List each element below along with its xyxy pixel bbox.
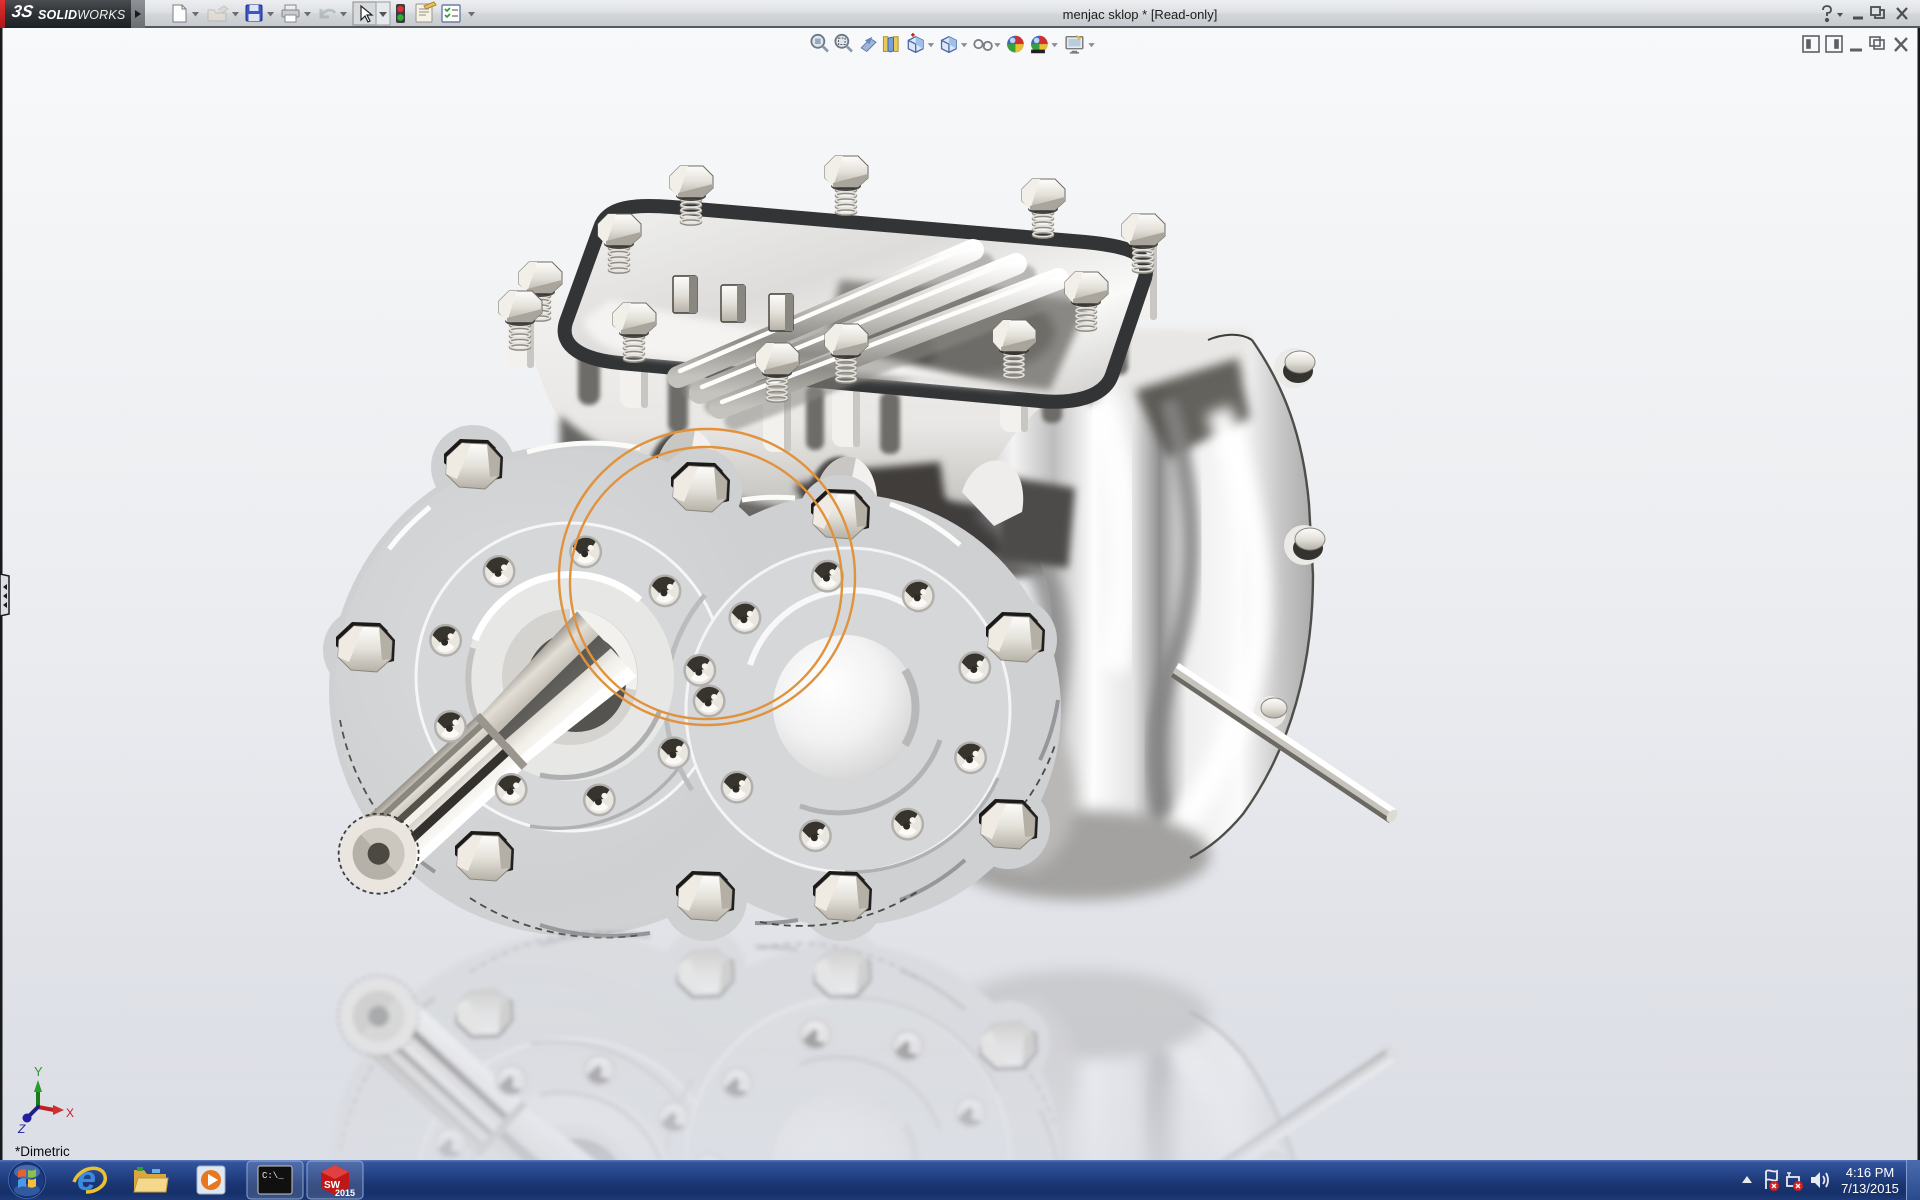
svg-text:C:\_: C:\_ xyxy=(262,1171,284,1181)
svg-text:2015: 2015 xyxy=(335,1188,355,1198)
svg-text:X: X xyxy=(66,1106,74,1120)
svg-text:Y: Y xyxy=(34,1064,43,1079)
svg-text:Z: Z xyxy=(17,1122,26,1136)
svg-text:4:16 PM: 4:16 PM xyxy=(1846,1165,1894,1180)
svg-text:7/13/2015: 7/13/2015 xyxy=(1841,1181,1899,1196)
